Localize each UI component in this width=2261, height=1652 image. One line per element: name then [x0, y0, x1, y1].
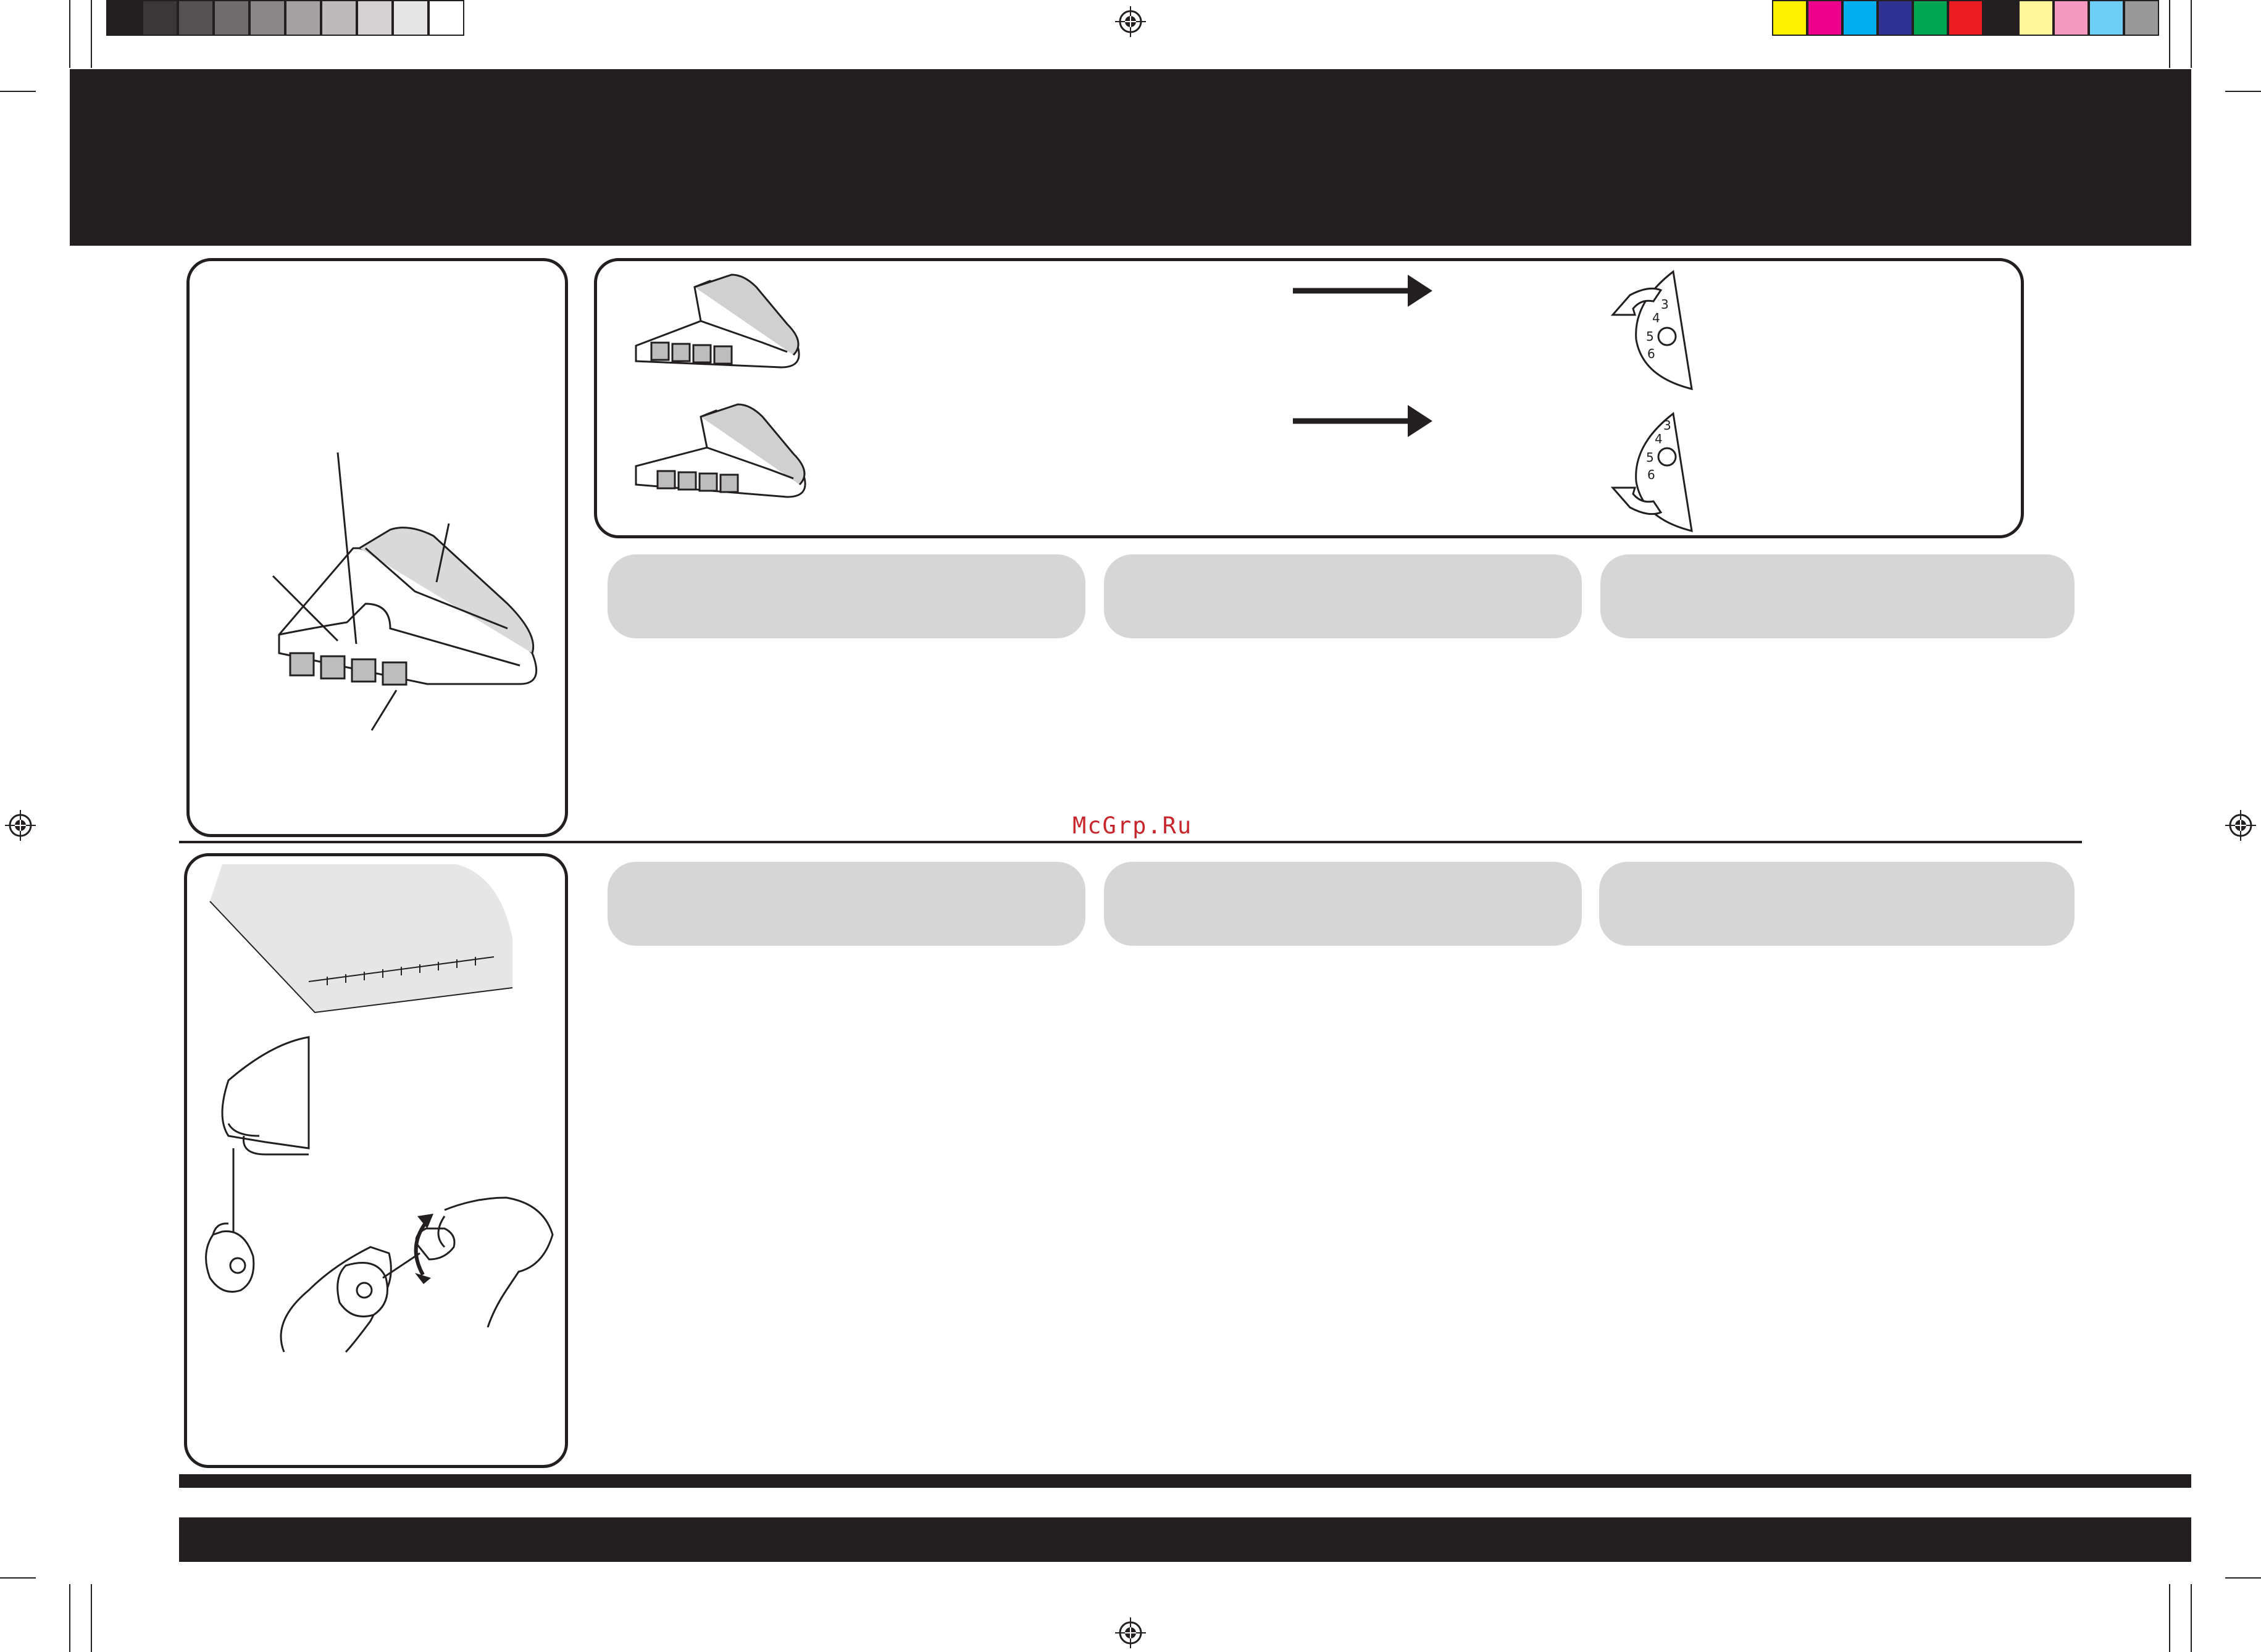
hem-fabric-diagram	[272, 452, 538, 731]
bobbin-case-tension-illustration	[205, 1036, 554, 1353]
dial-number: 3	[1661, 297, 1669, 312]
fabric-sample-stitch-illustration	[209, 864, 513, 1014]
arrow-right-icon	[1293, 275, 1432, 307]
section-divider	[179, 841, 2082, 843]
dial-number: 5	[1646, 450, 1654, 465]
dial-number: 4	[1652, 311, 1660, 325]
page-header-band	[70, 69, 2191, 246]
section-heading-pill	[1599, 862, 2075, 946]
arrow-right-icon	[1293, 405, 1432, 437]
dial-number: 5	[1646, 329, 1654, 344]
section-heading-pill	[1600, 554, 2075, 638]
section-heading-pill	[1104, 554, 1582, 638]
footer-rule	[179, 1474, 2191, 1488]
dial-number: 6	[1647, 467, 1655, 482]
hem-result-wide-icon	[635, 403, 806, 498]
section-heading-pill	[1104, 862, 1582, 946]
stitch-width-dial-icon: 3 4 5 6	[1610, 270, 1693, 391]
dial-number: 3	[1663, 418, 1671, 433]
dial-number: 4	[1655, 432, 1663, 446]
dial-number: 6	[1647, 346, 1655, 361]
footer-band	[179, 1517, 2191, 1562]
hem-result-narrow-icon	[635, 273, 800, 369]
section-heading-pill	[608, 862, 1085, 946]
section-heading-pill	[608, 554, 1085, 638]
watermark: McGrp.Ru	[1072, 812, 1193, 839]
stitch-width-dial-icon: 3 4 5 6	[1610, 412, 1693, 533]
